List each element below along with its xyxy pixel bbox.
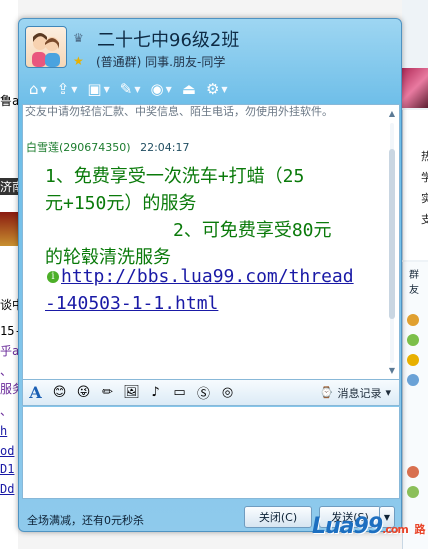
scribble-icon[interactable]: ✏ — [99, 384, 116, 401]
group-avatar-icon — [32, 33, 60, 67]
scroll-thumb[interactable] — [389, 149, 395, 319]
bg-fragment: 服务 — [0, 382, 18, 396]
promo-status[interactable]: 全场满减，还有0元秒杀 — [27, 512, 144, 528]
notice-line: 学 — [421, 171, 428, 184]
link-line[interactable]: http://bbs.lua99.com/thread — [45, 263, 390, 290]
bell-icon[interactable]: ⏏ — [180, 77, 198, 101]
bg-fragment: D1 — [0, 462, 15, 476]
member-avatar[interactable] — [407, 466, 419, 478]
scroll-up-icon[interactable]: ▲ — [387, 109, 397, 118]
security-notice: 交友中请勿轻信汇款、中奖信息、陌生电话，勿使用外挂软件。 — [25, 105, 333, 118]
group-toolbar: ⌂ ▼ ⇪ ▼ ▣ ▼ ✎ ▼ ◉ ▼ ⏏ ⚙ ▼ — [27, 77, 230, 103]
bg-fragment: 、 — [0, 404, 13, 418]
watermark-suffix: .com — [382, 523, 409, 536]
member-avatar[interactable] — [407, 374, 419, 386]
message-sender: 白雪莲(290674350) 22:04:17 — [26, 139, 189, 155]
bg-fragment: od — [0, 444, 15, 458]
bg-fragment: 鲁a — [0, 94, 18, 108]
notice-line: 实 — [421, 192, 428, 205]
image-icon[interactable]: 🖼 — [123, 384, 140, 401]
magic-face-icon[interactable]: 😜 — [75, 384, 92, 401]
link-line[interactable]: -140503-1-1.html — [45, 290, 390, 317]
site-watermark: Lua99.com 路A网 — [312, 514, 428, 549]
member-list: 群友 — [402, 262, 428, 549]
bg-thumbnail — [0, 212, 18, 246]
scroll-down-icon[interactable]: ▼ — [387, 366, 397, 375]
location-icon[interactable]: ◉ ▼ — [149, 77, 174, 101]
members-label: 群友 — [409, 270, 419, 296]
message-history-button[interactable]: ⌚ 消息记录 ▾ — [320, 385, 391, 401]
bg-fragment: 济南 — [0, 178, 18, 195]
sogou-icon[interactable]: Ⓢ — [195, 384, 212, 402]
notice-line: 支 — [421, 213, 428, 226]
star-icon: ★ — [73, 54, 84, 68]
title-bar[interactable]: ♛ 二十七中96级2班 ★ (普通群) 同事.朋友-同学 — [19, 19, 401, 77]
history-label: 消息记录 — [337, 386, 382, 400]
group-notice-panel: 热 学 实 支 — [402, 110, 428, 260]
voice-icon[interactable]: ◎ — [219, 384, 236, 401]
bg-fragment: 乎a — [0, 344, 18, 358]
message-body: 1、免费享受一次洗车+打蜡（25 元+150元）的服务 2、可免费享受80元 的… — [45, 163, 390, 271]
chevron-down-icon: ▾ — [385, 386, 391, 399]
music-icon[interactable]: ♪ — [147, 384, 164, 401]
group-type: (普通群) 同事.朋友-同学 — [96, 55, 226, 69]
settings-icon[interactable]: ⚙ ▼ — [204, 77, 230, 101]
notes-icon[interactable]: ✎ ▼ — [118, 77, 143, 101]
member-avatar[interactable] — [407, 314, 419, 326]
history-icon: ⌚ — [319, 386, 334, 399]
close-button[interactable]: 关闭(C) — [244, 506, 312, 528]
right-side-panel: 热 学 实 支 群友 — [402, 0, 428, 549]
home-icon[interactable]: ⌂ ▼ — [27, 77, 49, 101]
group-avatar[interactable] — [25, 26, 67, 68]
bg-fragment: h — [0, 424, 8, 438]
bg-fragment: 15- — [0, 324, 18, 338]
message-line: 2、可免费享受80元 — [173, 220, 332, 241]
bg-fragment: 谈中 — [0, 298, 18, 312]
sender-name[interactable]: 白雪莲(290674350) — [26, 141, 131, 154]
emoji-icon[interactable]: 😊 — [51, 384, 68, 401]
group-chat-window: ♛ 二十七中96级2班 ★ (普通群) 同事.朋友-同学 ⌂ ▼ ⇪ ▼ ▣ ▼ ✎ ▼… — [18, 18, 402, 532]
font-icon[interactable]: A — [27, 383, 44, 402]
member-avatar[interactable] — [407, 486, 419, 498]
format-toolbar: A 😊 😜 ✏ 🖼 ♪ ▭ Ⓢ ◎ ⌚ 消息记录 ▾ — [22, 380, 400, 406]
album-icon[interactable]: ▣ ▼ — [85, 77, 111, 101]
member-avatar[interactable] — [407, 354, 419, 366]
bg-fragment: 、 — [0, 364, 13, 378]
group-name: 二十七中96级2班 — [97, 30, 240, 51]
member-avatar[interactable] — [407, 334, 419, 346]
chat-history[interactable]: 交友中请勿轻信汇款、中奖信息、陌生电话，勿使用外挂软件。 白雪莲(2906743… — [22, 104, 400, 380]
share-icon[interactable]: ⇪ ▼ — [55, 77, 80, 101]
message-line: 1、免费享受一次洗车+打蜡（25 — [45, 166, 305, 187]
message-input[interactable] — [22, 407, 400, 499]
crown-icon: ♛ — [73, 31, 84, 45]
ad-image — [402, 68, 428, 108]
message-link[interactable]: http://bbs.lua99.com/thread -140503-1-1.… — [45, 263, 390, 317]
notice-line: 热 — [421, 150, 428, 163]
chat-scrollbar[interactable]: ▲ ▼ — [387, 109, 397, 375]
screenshot-icon[interactable]: ▭ — [171, 384, 188, 401]
bg-fragment: Dd — [0, 482, 15, 496]
watermark-brand: Lua99 — [312, 514, 383, 539]
message-line: 元+150元）的服务 — [45, 193, 197, 214]
background-left-strip: 鲁a 济南 谈中 15- 乎a 、 服务 、 h od D1 Dd — [0, 0, 18, 549]
message-time: 22:04:17 — [140, 141, 190, 154]
